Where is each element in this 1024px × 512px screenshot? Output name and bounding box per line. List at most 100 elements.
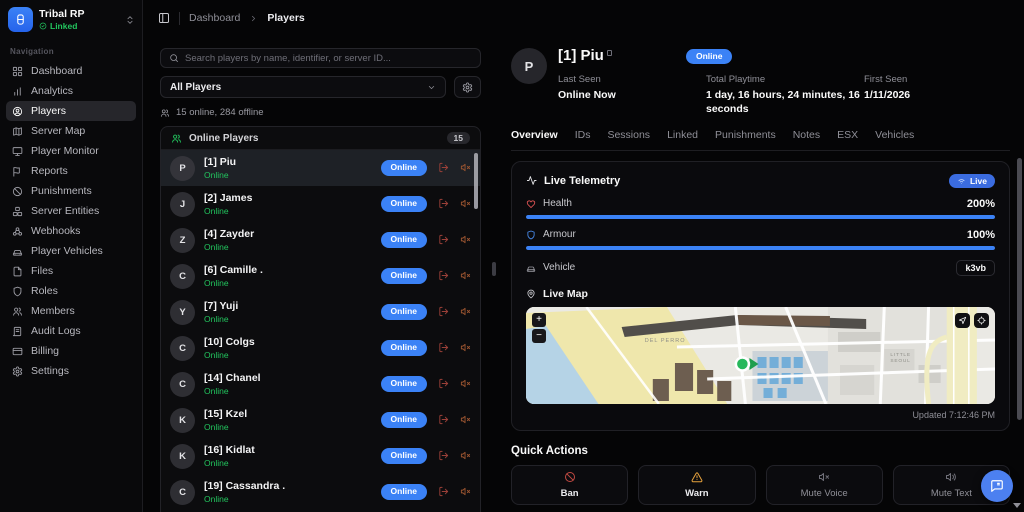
mute-icon[interactable] — [460, 486, 471, 497]
tab[interactable]: Vehicles — [875, 129, 914, 141]
player-filter-select[interactable]: All Players — [160, 76, 446, 98]
armour-bar-fill — [526, 245, 995, 250]
mute-icon[interactable] — [460, 198, 471, 209]
sidebar-toggle-icon[interactable] — [158, 12, 170, 24]
detail-scrollbar-thumb[interactable] — [1017, 158, 1022, 420]
flag-icon — [12, 166, 23, 177]
kick-icon[interactable] — [438, 234, 449, 245]
avatar: P — [170, 155, 195, 181]
map-follow-button[interactable] — [955, 312, 970, 328]
kick-icon[interactable] — [438, 450, 449, 461]
player-detail-panel: P [1] Piu Online Last Seen Online Now To… — [497, 36, 1024, 512]
kick-icon[interactable] — [438, 306, 449, 317]
quick-action-button[interactable]: Warn — [638, 464, 756, 505]
map-zoom-in-button[interactable]: + — [532, 312, 546, 327]
player-row[interactable]: C [19] Cassandra . Online Online — [161, 474, 480, 510]
chevrons-up-down-icon[interactable] — [125, 15, 135, 25]
kick-icon[interactable] — [438, 414, 449, 425]
health-label: Health — [543, 198, 572, 210]
mute-icon[interactable] — [460, 306, 471, 317]
sidebar-item[interactable]: Files — [6, 261, 136, 281]
kick-icon[interactable] — [438, 270, 449, 281]
circle-user-icon — [12, 106, 23, 117]
health-bar — [526, 214, 995, 219]
list-count-badge: 15 — [446, 132, 470, 144]
map-pin-icon — [526, 289, 536, 299]
player-row[interactable]: C [14] Chanel Online Online — [161, 366, 480, 402]
mute-icon[interactable] — [460, 234, 471, 245]
sidebar-item[interactable]: Server Entities — [6, 201, 136, 221]
first-seen-label: First Seen — [864, 73, 908, 85]
tab[interactable]: Linked — [667, 129, 698, 141]
kick-icon[interactable] — [438, 378, 449, 389]
tab[interactable]: IDs — [575, 129, 591, 141]
player-row[interactable]: P [1] Piu Online Online — [161, 150, 480, 186]
list-scrollbar[interactable] — [474, 153, 478, 209]
sidebar-item[interactable]: Audit Logs — [6, 321, 136, 341]
kick-icon[interactable] — [438, 198, 449, 209]
tab[interactable]: Sessions — [607, 129, 650, 141]
player-row[interactable]: C [10] Colgs Online Online — [161, 330, 480, 366]
mute-icon[interactable] — [460, 450, 471, 461]
player-row[interactable]: Z [4] Zayder Online Online — [161, 222, 480, 258]
bar-chart-icon — [12, 86, 23, 97]
support-chat-button[interactable] — [981, 470, 1013, 502]
mute-icon[interactable] — [460, 342, 471, 353]
mute-icon[interactable] — [460, 414, 471, 425]
sidebar-item[interactable]: Server Map — [6, 121, 136, 141]
sidebar-item-label: Server Map — [31, 125, 86, 137]
player-name: [15] Kzel — [204, 408, 248, 421]
sidebar-item[interactable]: Players — [6, 101, 136, 121]
tab[interactable]: Notes — [793, 129, 820, 141]
sidebar-item[interactable]: Billing — [6, 341, 136, 361]
list-settings-button[interactable] — [454, 76, 481, 98]
sidebar-item[interactable]: Webhooks — [6, 221, 136, 241]
scroll-down-arrow[interactable] — [1013, 503, 1021, 508]
sidebar-nav: Dashboard Analytics Players Server Map P… — [0, 61, 142, 381]
server-switcher[interactable]: Tribal RP Linked — [0, 0, 142, 37]
sidebar-item[interactable]: Punishments — [6, 181, 136, 201]
triangle-alert-icon — [691, 471, 703, 483]
sidebar-item[interactable]: Player Vehicles — [6, 241, 136, 261]
kick-icon[interactable] — [438, 162, 449, 173]
detail-scrollbar[interactable] — [1017, 150, 1022, 502]
player-status: Online — [204, 169, 229, 180]
mute-icon[interactable] — [460, 270, 471, 281]
player-row[interactable]: K [15] Kzel Online Online — [161, 402, 480, 438]
online-badge: Online — [686, 49, 733, 65]
breadcrumb-root[interactable]: Dashboard — [189, 12, 240, 24]
mute-icon[interactable] — [460, 162, 471, 173]
tab[interactable]: Punishments — [715, 129, 776, 141]
search-input[interactable] — [185, 52, 472, 64]
sidebar-item[interactable]: Dashboard — [6, 61, 136, 81]
player-row[interactable]: C [6] Camille . Online Online — [161, 258, 480, 294]
logo-icon — [14, 13, 27, 26]
tab[interactable]: ESX — [837, 129, 858, 141]
player-row[interactable]: Y [7] Yuji Online Online — [161, 294, 480, 330]
mute-icon[interactable] — [460, 378, 471, 389]
live-map[interactable]: DEL PERRO LITTLE SEOUL + − — [526, 306, 995, 404]
player-row[interactable]: K [16] Kidlat Online Online — [161, 438, 480, 474]
map-locate-button[interactable] — [974, 312, 989, 328]
quick-action-button[interactable]: Ban — [511, 464, 629, 505]
ban-icon — [12, 186, 23, 197]
sidebar-item[interactable]: Members — [6, 301, 136, 321]
player-row[interactable]: J [2] James Online Online — [161, 186, 480, 222]
sidebar-item-label: Settings — [31, 365, 69, 377]
vehicle-label: Vehicle — [543, 262, 576, 274]
tab[interactable]: Overview — [511, 129, 558, 141]
sidebar-item[interactable]: Analytics — [6, 81, 136, 101]
name-suffix-icon — [606, 50, 612, 56]
panel-resize-handle[interactable] — [492, 262, 496, 276]
map-zoom-out-button[interactable]: − — [532, 328, 546, 343]
sidebar-item[interactable]: Reports — [6, 161, 136, 181]
sidebar-item[interactable]: Roles — [6, 281, 136, 301]
sidebar-item[interactable]: Player Monitor — [6, 141, 136, 161]
sidebar-item-label: Player Monitor — [31, 145, 99, 157]
kick-icon[interactable] — [438, 342, 449, 353]
player-search[interactable] — [160, 48, 481, 68]
quick-action-button[interactable]: Mute Voice — [765, 464, 883, 505]
sidebar-item[interactable]: Settings — [6, 361, 136, 381]
online-badge: Online — [380, 448, 427, 464]
kick-icon[interactable] — [438, 486, 449, 497]
